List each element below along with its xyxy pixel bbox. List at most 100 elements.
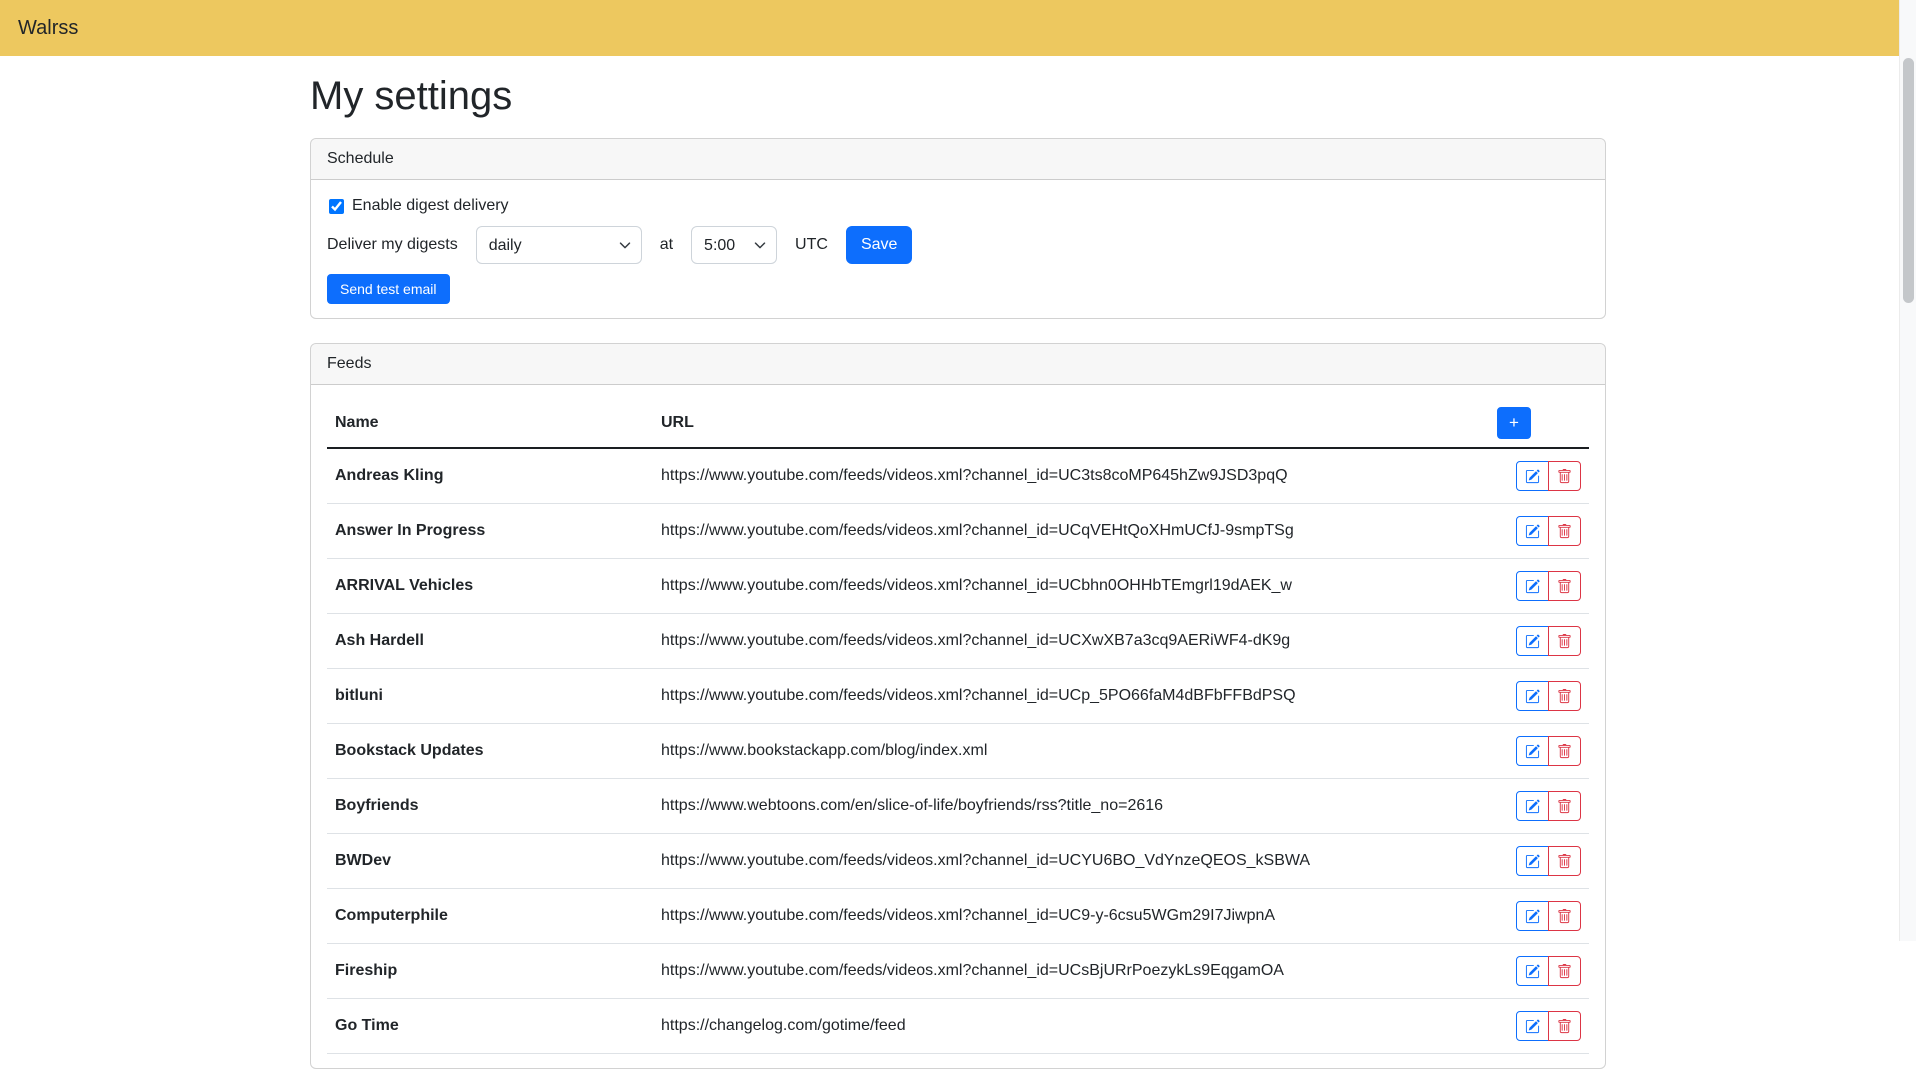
enable-digest-label[interactable]: Enable digest delivery [352,194,509,218]
delete-feed-button[interactable] [1548,736,1581,766]
edit-feed-button[interactable] [1516,901,1549,931]
feed-actions-group [1516,1011,1581,1041]
brand-link[interactable]: Walrss [18,13,78,43]
feed-actions [1489,448,1589,504]
edit-feed-button[interactable] [1516,1011,1549,1041]
feed-actions-group [1516,626,1581,656]
utc-label: UTC [795,233,828,257]
feed-actions-group [1516,956,1581,986]
edit-feed-button[interactable] [1516,736,1549,766]
feed-url: https://www.youtube.com/feeds/videos.xml… [653,559,1489,614]
delivery-settings-row: Deliver my digests daily at 5:00 UTC Sav… [327,226,1589,264]
send-test-email-button[interactable]: Send test email [327,274,450,304]
edit-feed-button[interactable] [1516,461,1549,491]
table-row: Go Time https://changelog.com/gotime/fee… [327,999,1589,1054]
feed-actions-group [1516,516,1581,546]
feed-url: https://www.youtube.com/feeds/videos.xml… [653,448,1489,504]
trash-icon [1557,579,1572,594]
edit-feed-button[interactable] [1516,791,1549,821]
delete-feed-button[interactable] [1548,681,1581,711]
feed-url: https://www.youtube.com/feeds/videos.xml… [653,834,1489,889]
enable-digest-row: Enable digest delivery [327,194,1589,218]
feed-name: Fireship [327,944,653,999]
feed-name: Go Time [327,999,653,1054]
feed-actions [1489,614,1589,669]
schedule-card: Schedule Enable digest delivery Deliver … [310,138,1606,319]
pencil-square-icon [1525,854,1540,869]
feed-actions [1489,999,1589,1054]
edit-feed-button[interactable] [1516,846,1549,876]
trash-icon [1557,689,1572,704]
column-header-name: Name [327,399,653,448]
table-row: bitluni https://www.youtube.com/feeds/vi… [327,669,1589,724]
main-container: My settings Schedule Enable digest deliv… [298,72,1618,1069]
save-button[interactable]: Save [846,226,912,264]
trash-icon [1557,524,1572,539]
feed-actions [1489,669,1589,724]
delete-feed-button[interactable] [1548,626,1581,656]
feed-name: BWDev [327,834,653,889]
edit-feed-button[interactable] [1516,571,1549,601]
pencil-square-icon [1525,524,1540,539]
edit-feed-button[interactable] [1516,681,1549,711]
feed-url: https://changelog.com/gotime/feed [653,999,1489,1054]
trash-icon [1557,854,1572,869]
feed-name: Andreas Kling [327,448,653,504]
edit-feed-button[interactable] [1516,956,1549,986]
delete-feed-button[interactable] [1548,571,1581,601]
trash-icon [1557,469,1572,484]
frequency-select-wrap: daily [476,226,642,264]
enable-digest-checkbox[interactable] [329,199,344,214]
trash-icon [1557,744,1572,759]
trash-icon [1557,909,1572,924]
feed-actions [1489,724,1589,779]
delete-feed-button[interactable] [1548,901,1581,931]
table-row: Computerphile https://www.youtube.com/fe… [327,889,1589,944]
table-row: Boyfriends https://www.webtoons.com/en/s… [327,779,1589,834]
delete-feed-button[interactable] [1548,791,1581,821]
delete-feed-button[interactable] [1548,956,1581,986]
table-row: Bookstack Updates https://www.bookstacka… [327,724,1589,779]
feed-actions-group [1516,736,1581,766]
feed-actions [1489,889,1589,944]
table-row: Fireship https://www.youtube.com/feeds/v… [327,944,1589,999]
table-header-row: Name URL + [327,399,1589,448]
delete-feed-button[interactable] [1548,461,1581,491]
time-select-wrap: 5:00 [691,226,777,264]
page-title: My settings [310,72,1606,120]
feed-actions [1489,779,1589,834]
pencil-square-icon [1525,634,1540,649]
feed-name: Ash Hardell [327,614,653,669]
edit-feed-button[interactable] [1516,626,1549,656]
feed-actions-group [1516,681,1581,711]
deliver-label: Deliver my digests [327,233,458,257]
feed-name: Boyfriends [327,779,653,834]
feed-actions-group [1516,901,1581,931]
feed-url: https://www.webtoons.com/en/slice-of-lif… [653,779,1489,834]
pencil-square-icon [1525,469,1540,484]
feed-actions-group [1516,571,1581,601]
time-select[interactable]: 5:00 [691,226,777,264]
feed-actions [1489,559,1589,614]
schedule-card-header: Schedule [311,139,1605,180]
feed-actions [1489,504,1589,559]
pencil-square-icon [1525,744,1540,759]
delete-feed-button[interactable] [1548,1011,1581,1041]
feed-actions-group [1516,461,1581,491]
trash-icon [1557,634,1572,649]
scrollbar-thumb[interactable] [1903,58,1914,303]
feed-url: https://www.youtube.com/feeds/videos.xml… [653,944,1489,999]
table-row: BWDev https://www.youtube.com/feeds/vide… [327,834,1589,889]
delete-feed-button[interactable] [1548,516,1581,546]
pencil-square-icon [1525,964,1540,979]
navbar: Walrss [0,0,1916,56]
scrollbar[interactable] [1899,0,1916,941]
feed-actions [1489,944,1589,999]
table-row: Answer In Progress https://www.youtube.c… [327,504,1589,559]
delete-feed-button[interactable] [1548,846,1581,876]
frequency-select[interactable]: daily [476,226,642,264]
feeds-table: Name URL + Andreas Kling https://www.you… [327,399,1589,1054]
column-header-url: URL [653,399,1489,448]
edit-feed-button[interactable] [1516,516,1549,546]
add-feed-button[interactable]: + [1497,407,1531,439]
